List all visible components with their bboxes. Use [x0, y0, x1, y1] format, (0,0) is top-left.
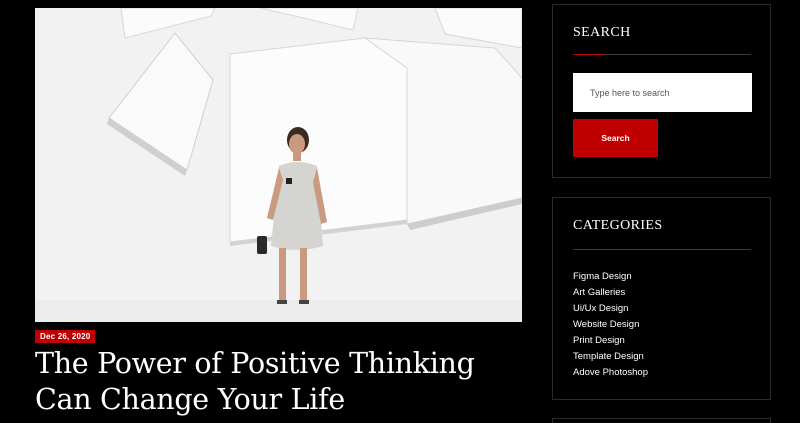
category-link-print-design[interactable]: Print Design	[573, 333, 648, 349]
category-link-art-galleries[interactable]: Art Galleries	[573, 285, 648, 301]
category-link-template-design[interactable]: Template Design	[573, 349, 648, 365]
categories-widget-title: CATEGORIES	[573, 218, 663, 233]
post-date-badge[interactable]: Dec 26, 2020	[35, 330, 96, 343]
search-input[interactable]	[573, 73, 752, 112]
featured-photo-illustration	[35, 8, 522, 322]
featured-image[interactable]	[35, 8, 522, 322]
categories-widget-divider-accent	[573, 249, 603, 250]
category-link-ui-ux-design[interactable]: Ui/Ux Design	[573, 301, 648, 317]
blog-page: Dec 26, 2020 The Power of Positive Think…	[0, 0, 800, 423]
search-widget-title: SEARCH	[573, 25, 631, 40]
post-title-line-1[interactable]: The Power of Positive Thinking	[35, 347, 475, 380]
category-link-website-design[interactable]: Website Design	[573, 317, 648, 333]
category-link-adove-photoshop[interactable]: Adove Photoshop	[573, 365, 648, 381]
search-button[interactable]: Search	[573, 119, 658, 157]
categories-widget-divider	[573, 249, 751, 250]
post-title[interactable]: The Power of Positive Thinking Can Chang…	[35, 346, 535, 418]
search-widget-divider	[573, 54, 751, 55]
search-widget: SEARCH Search	[552, 4, 771, 178]
search-widget-divider-accent	[573, 54, 603, 55]
category-link-figma-design[interactable]: Figma Design	[573, 269, 648, 285]
next-widget	[552, 418, 771, 423]
category-list: Figma Design Art Galleries Ui/Ux Design …	[573, 269, 648, 381]
post-title-line-2[interactable]: Can Change Your Life	[35, 383, 345, 416]
categories-widget: CATEGORIES Figma Design Art Galleries Ui…	[552, 197, 771, 400]
